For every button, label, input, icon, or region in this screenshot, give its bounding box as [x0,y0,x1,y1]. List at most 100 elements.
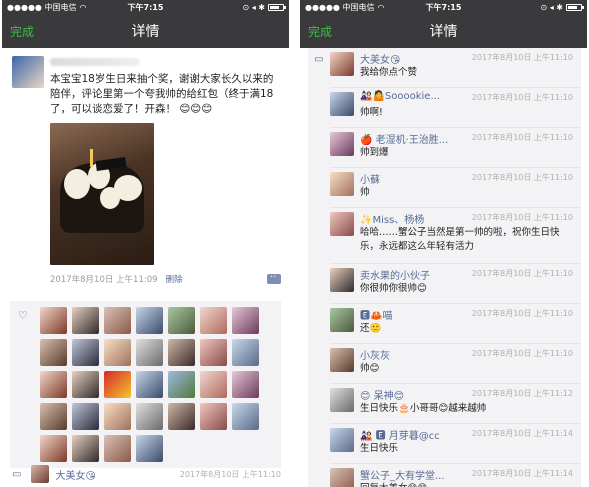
commenter-avatar[interactable] [330,308,354,332]
status-indicators: ⊙ ◂ ✱ [242,2,265,12]
poster-avatar[interactable] [12,56,44,88]
comment-item[interactable]: 蟹公子_大有学堂... 2017年8月10日 上午11:14 回复大美女😊😊 [330,464,577,487]
liker-avatar[interactable] [104,371,131,398]
comment-text: 帅😊 [360,363,380,374]
nav-bar: 完成 详情 [2,14,289,48]
post-emojis: 😊😊😊 [179,103,213,115]
liker-avatar[interactable] [40,403,67,430]
page-title: 详情 [429,24,458,40]
liker-avatar[interactable] [72,339,99,366]
liker-avatar[interactable] [168,307,195,334]
liker-avatar[interactable] [200,307,227,334]
comment-text: 哈哈……蟹公子当然是第一帅的啦，祝你生日快乐，永远都这么年轻有活力 [360,227,560,252]
commenter-avatar[interactable] [330,428,354,452]
liker-avatar[interactable] [72,403,99,430]
post-meta: 2017年8月10日 上午11:09 删除 [50,269,281,285]
liker-avatar[interactable] [136,403,163,430]
commenter-avatar[interactable] [330,92,354,116]
poster-name-blurred[interactable] [50,56,281,70]
post-time: 2017年8月10日 上午11:09 [50,275,158,285]
comment-item[interactable]: 🅴🦀喵 2017年8月10日 上午11:10 还🙂 [330,304,577,344]
commenter-avatar[interactable] [330,268,354,292]
comment-text: 我给你点个赞 [360,67,418,78]
liker-avatar[interactable] [232,403,259,430]
comment-item[interactable]: 卖水果的小伙子 2017年8月10日 上午11:10 你很帅你很帅😊 [330,264,577,304]
comment-text: 生日快乐🎂小哥哥😊越来越帅 [360,403,487,414]
liker-avatar[interactable] [72,371,99,398]
heart-icon: ♡ [18,309,28,322]
comment-item[interactable]: 🎎 🅴 月芽暮@cc 2017年8月10日 上午11:14 生日快乐 [330,424,577,464]
liker-avatar[interactable] [40,371,67,398]
liker-avatar[interactable] [232,339,259,366]
status-bar: ●●●●● 中国电信 ◠ 下午7:15 ⊙ ◂ ✱ [2,0,289,14]
commenter-name[interactable]: 大美女😘 [55,467,95,482]
carrier-label: ●●●●● 中国电信 [305,2,375,12]
comment-item[interactable]: 小灰灰 2017年8月10日 上午11:10 帅😊 [330,344,577,384]
commenter-avatar[interactable] [31,465,50,483]
commenter-name[interactable]: 小灰灰 [360,347,390,362]
commenter-name[interactable]: 大美女😘 [360,51,400,66]
liker-avatar[interactable] [104,403,131,430]
comment-time: 2017年8月10日 上午11:10 [471,349,573,358]
liker-avatar[interactable] [232,371,259,398]
comment-item[interactable]: ✨Miss、杨杨 2017年8月10日 上午11:10 哈哈……蟹公子当然是第一帅的… [330,208,577,264]
comment-time: 2017年8月10日 上午11:10 [471,309,573,318]
commenter-name[interactable]: ✨Miss、杨杨 [360,211,424,226]
liker-avatar[interactable] [40,435,67,462]
liker-avatar[interactable] [40,307,67,334]
comment-item[interactable]: 🍎 老湿机·王治胜... 2017年8月10日 上午11:10 帅到爆 [330,128,577,168]
liker-avatar[interactable] [232,307,259,334]
comment-text: 帅到爆 [360,147,389,158]
liker-avatar[interactable] [136,435,163,462]
cream-decoration [100,187,120,209]
liker-avatar[interactable] [200,403,227,430]
commenter-name[interactable]: 小蘇 [360,171,380,186]
commenter-avatar[interactable] [330,348,354,372]
delete-link[interactable]: 删除 [166,273,183,285]
post-text: 本宝宝18岁生日来抽个奖，谢谢大家长久以来的陪伴，评论里第一个夸我帅的给红包（终… [50,72,281,117]
liker-avatar[interactable] [136,371,163,398]
commenter-name[interactable]: 蟹公子_大有学堂... [360,467,445,482]
commenter-name[interactable]: 🎎🤷Sooookie... [360,91,440,102]
liker-avatar[interactable] [200,339,227,366]
comment-icon: ▭ [314,54,324,65]
comment-item[interactable]: 🎎🤷Sooookie... 2017年8月10日 上午11:10 帅啊! [330,88,577,128]
likes-panel: ♡ [10,301,281,468]
commenter-name[interactable]: 卖水果的小伙子 [360,267,430,282]
liker-avatar[interactable] [136,339,163,366]
comment-time: 2017年8月10日 上午11:10 [179,469,281,479]
commenter-avatar[interactable] [330,212,354,236]
comment-item[interactable]: 😊 呆神😊 2017年8月10日 上午11:12 生日快乐🎂小哥哥😊越来越帅 [330,384,577,424]
liker-avatar[interactable] [72,307,99,334]
comment-time: 2017年8月10日 上午11:10 [471,93,573,102]
done-button[interactable]: 完成 [10,23,34,40]
liker-avatar[interactable] [104,435,131,462]
liker-avatar[interactable] [40,339,67,366]
comment-item[interactable]: 大美女😘 2017年8月10日 上午11:10 我给你点个赞 [330,48,577,88]
cake-photo[interactable] [50,123,154,265]
liker-avatar[interactable] [136,307,163,334]
commenter-avatar[interactable] [330,172,354,196]
commenter-avatar[interactable] [330,468,354,487]
liker-avatar[interactable] [72,435,99,462]
commenter-avatar[interactable] [330,388,354,412]
liker-avatar[interactable] [168,339,195,366]
commenter-name[interactable]: 🎎 🅴 月芽暮@cc [360,427,440,442]
commenter-name[interactable]: 😊 呆神😊 [360,387,404,402]
comment-time: 2017年8月10日 上午11:14 [471,469,573,478]
comment-menu-icon[interactable] [267,269,281,284]
done-button[interactable]: 完成 [308,23,332,40]
commenter-name[interactable]: 🍎 老湿机·王治胜... [360,131,448,146]
commenter-avatar[interactable] [330,52,354,76]
liker-avatar[interactable] [200,371,227,398]
liker-avatar[interactable] [104,307,131,334]
liker-avatar[interactable] [104,339,131,366]
commenter-avatar[interactable] [330,132,354,156]
status-indicators: ⊙ ◂ ✱ [540,2,563,12]
commenter-name[interactable]: 🅴🦀喵 [360,307,392,322]
comment-item[interactable]: 小蘇 2017年8月10日 上午11:10 帅 [330,168,577,208]
liker-avatar[interactable] [168,403,195,430]
screenshot-collage: ●●●●● 中国电信 ◠ 下午7:15 ⊙ ◂ ✱ 完成 详情 本宝宝18岁生日… [0,0,589,487]
liker-avatar[interactable] [168,371,195,398]
comment-time: 2017年8月10日 上午11:10 [471,213,573,222]
